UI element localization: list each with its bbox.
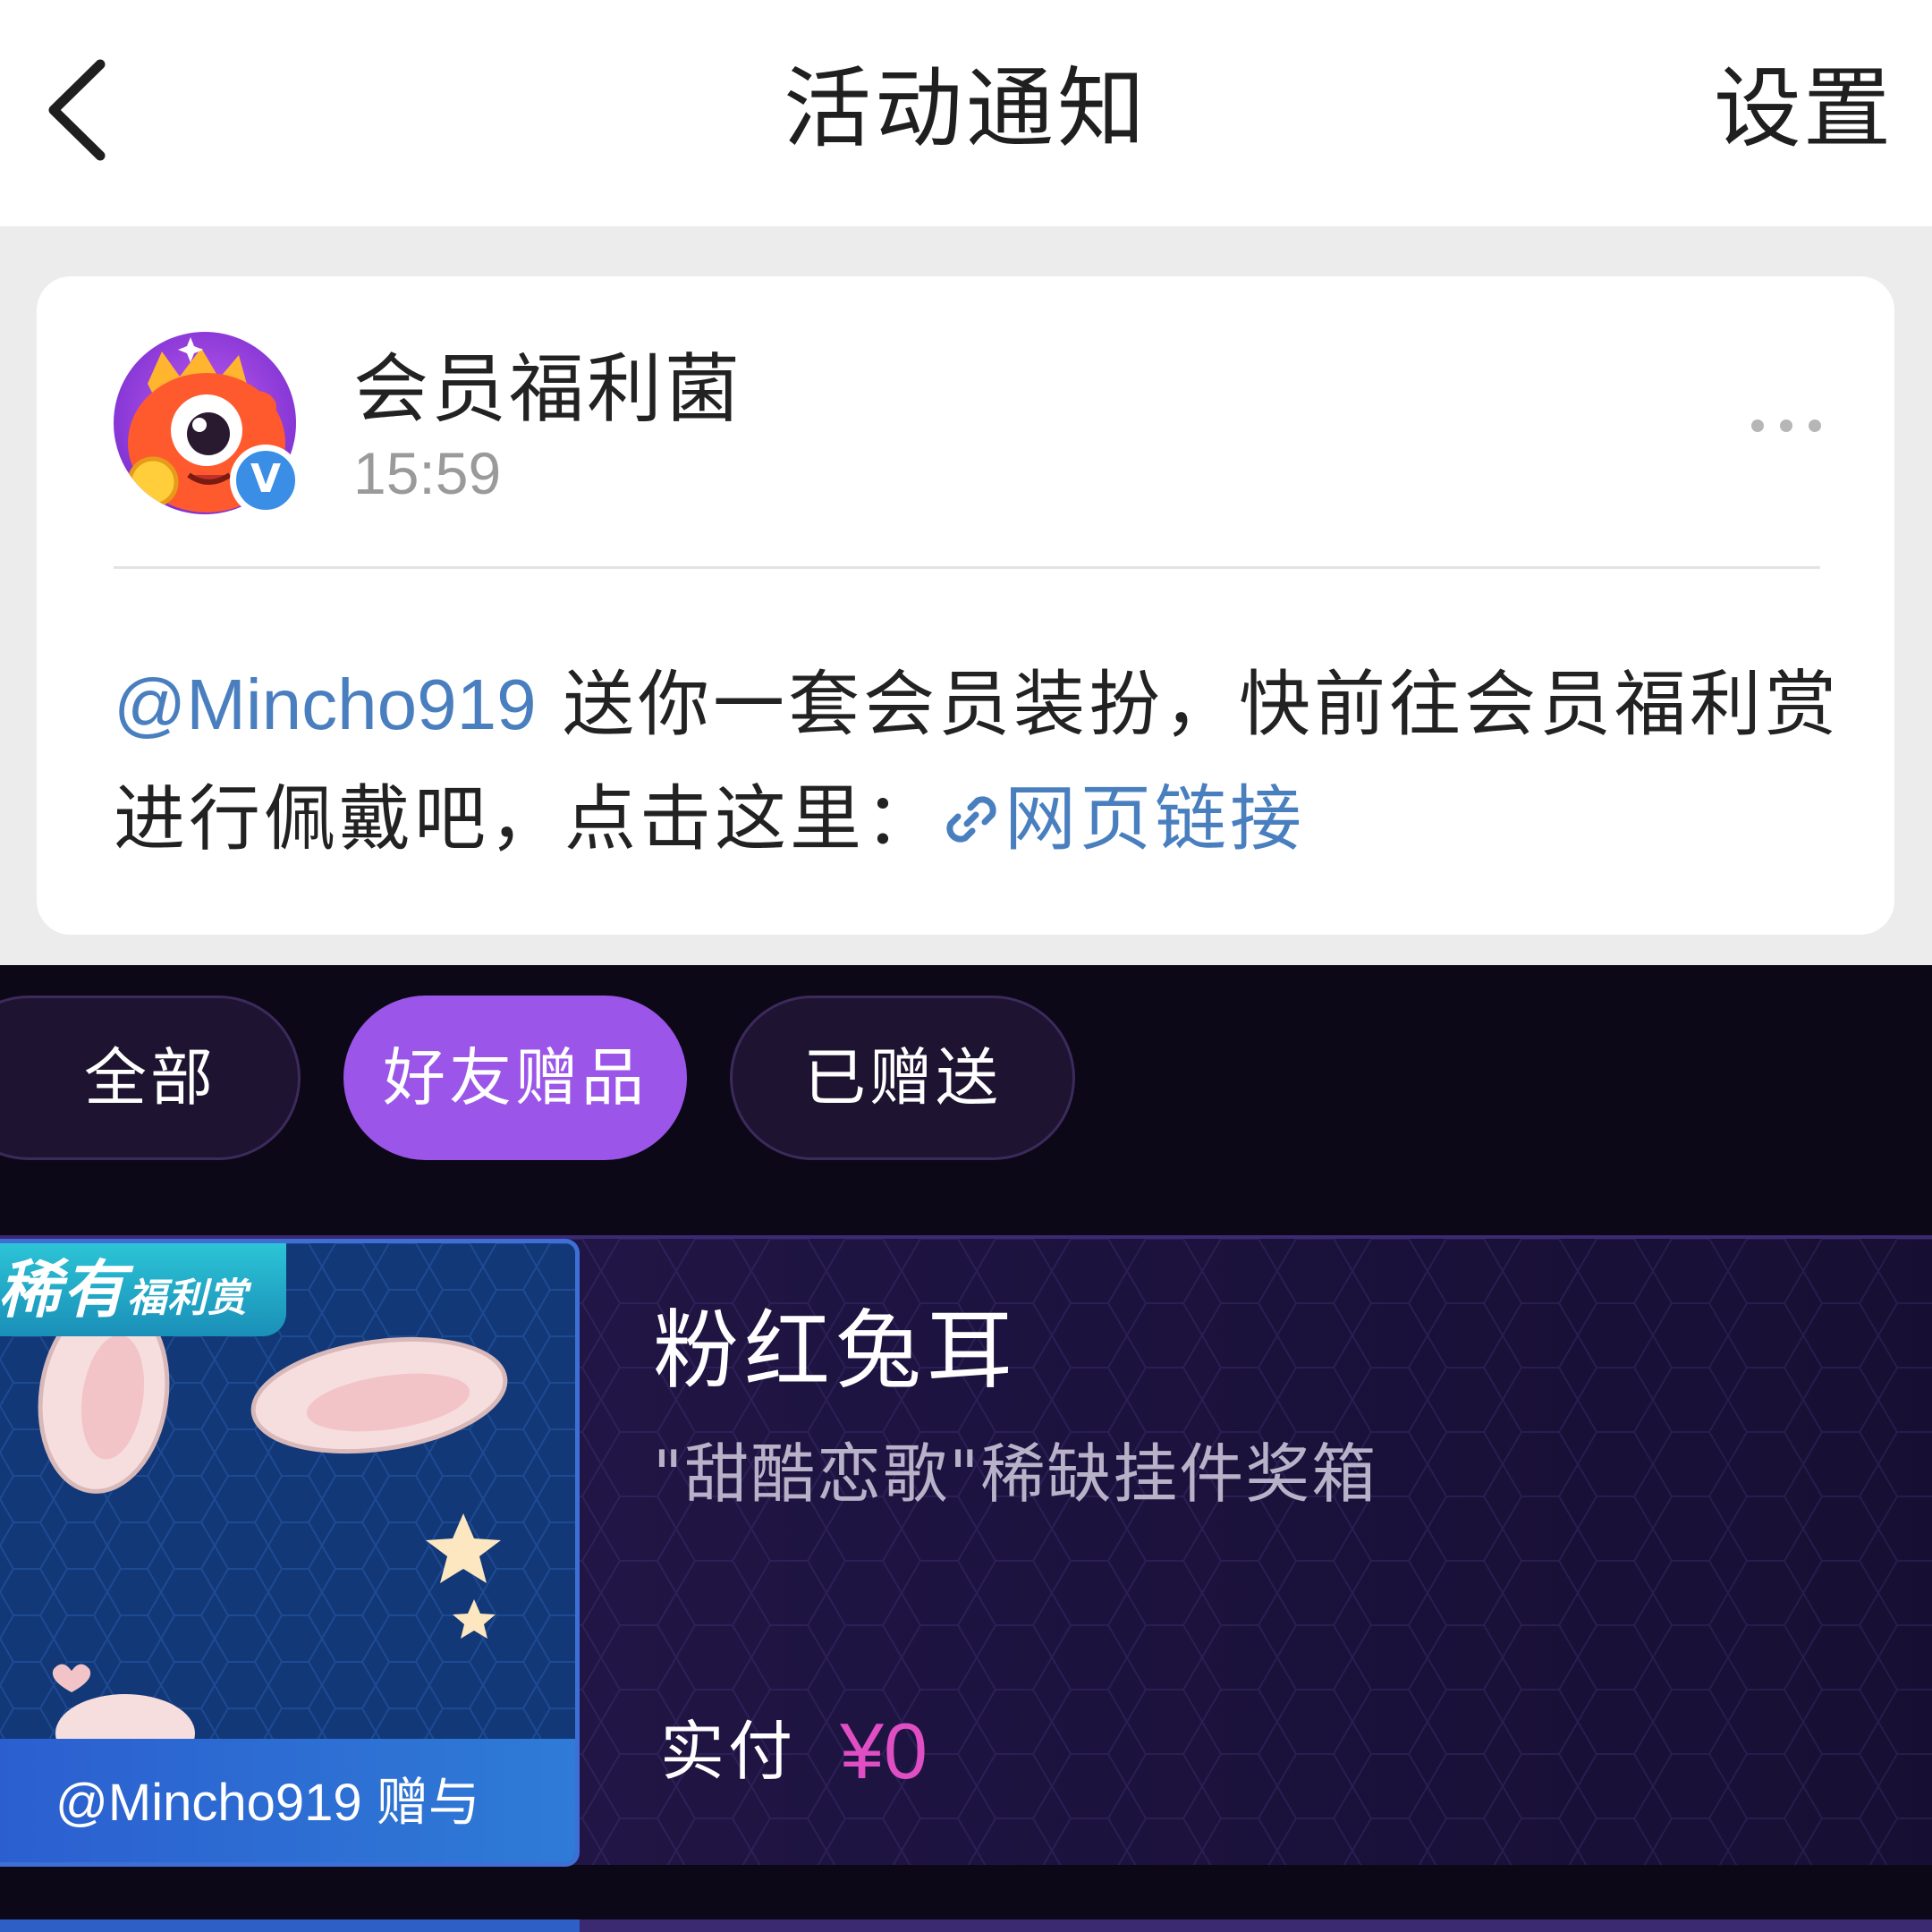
page-title: 活动通知 [783,58,1148,160]
price-label: 实付 [660,1714,797,1789]
gift-name: 粉红兔耳 [653,1301,1018,1401]
more-dots-icon [1751,419,1764,432]
verified-badge-icon: V [230,445,301,516]
user-mention-link[interactable]: @Mincho919 [114,665,537,744]
sender-name[interactable]: 会员福利菌 [353,344,742,434]
top-nav-bar: 活动通知 设置 [0,0,1932,226]
web-link-label: 网页链接 [1004,777,1305,860]
settings-button[interactable]: 设置 [1714,55,1893,163]
notification-card: V 会员福利菌 15:59 @Mincho919 送你一套会员装扮，快前往会员福… [37,276,1894,935]
tab-sent[interactable]: 已赠送 [730,996,1075,1160]
tab-friend-gifts[interactable]: 好友赠品 [343,996,687,1160]
price-row: 实付 ¥0 [660,1698,928,1805]
avatar[interactable]: V [114,332,301,516]
gift-giver-label: @Mincho919 赠与 [0,1739,575,1862]
tab-all[interactable]: 全部 [0,996,301,1160]
message-timestamp: 15:59 [353,440,502,506]
notification-message: @Mincho919 送你一套会员装扮，快前往会员福利赏进行佩戴吧，点击这里：网… [114,648,1849,877]
gift-image[interactable]: 稀有福利赏 @Mincho919 赠与 [0,1239,580,1867]
gift-description: "甜酷恋歌"稀缺挂件奖箱 [653,1436,1378,1512]
web-link[interactable]: 网页链接 [940,777,1305,860]
link-icon [946,796,996,843]
next-gift-card[interactable] [0,1919,1932,1932]
rare-badge: 稀有福利赏 [0,1243,286,1336]
price-value: ¥0 [840,1707,928,1795]
more-options-button[interactable] [1750,416,1823,437]
divider [114,566,1820,569]
